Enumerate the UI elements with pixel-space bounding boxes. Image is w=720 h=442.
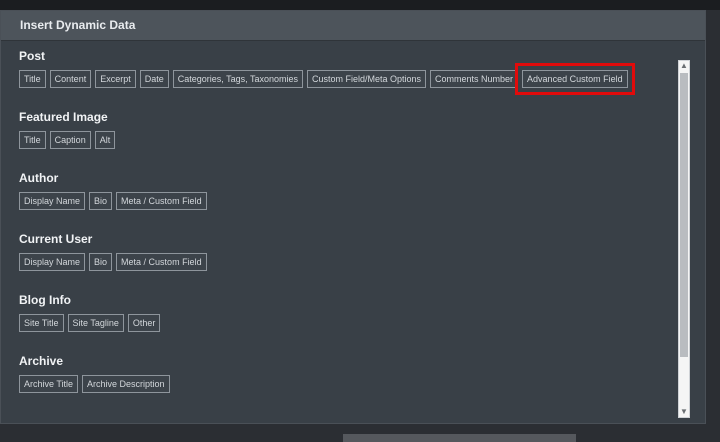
- post-content-tag[interactable]: Content: [49, 70, 92, 88]
- section-title-featured-image: Featured Image: [19, 110, 108, 124]
- section-blog-info: Blog Info Site Title Site Tagline Other: [19, 292, 669, 353]
- blog-info-site-tagline-tag[interactable]: Site Tagline: [67, 314, 124, 332]
- archive-title-tag[interactable]: Archive Title: [19, 375, 79, 393]
- current-user-display-name-tag[interactable]: Display Name: [19, 253, 86, 271]
- blog-info-site-title-tag[interactable]: Site Title: [19, 314, 64, 332]
- post-tags: Title Content Excerpt Date Categories, T…: [19, 63, 669, 95]
- archive-tags: Archive Title Archive Description: [19, 375, 669, 393]
- scroll-thumb[interactable]: [680, 73, 688, 357]
- post-excerpt-tag[interactable]: Excerpt: [95, 70, 136, 88]
- blog-info-tags: Site Title Site Tagline Other: [19, 314, 669, 332]
- section-current-user: Current User Display Name Bio Meta / Cus…: [19, 231, 669, 292]
- section-title-archive: Archive: [19, 354, 64, 368]
- post-title-tag[interactable]: Title: [19, 70, 46, 88]
- featured-image-caption-tag[interactable]: Caption: [49, 131, 91, 149]
- current-user-meta-tag[interactable]: Meta / Custom Field: [116, 253, 207, 271]
- post-taxonomies-tag[interactable]: Categories, Tags, Taxonomies: [172, 70, 303, 88]
- author-bio-tag[interactable]: Bio: [89, 192, 113, 210]
- blog-info-other-tag[interactable]: Other: [127, 314, 161, 332]
- dialog-scrollbar[interactable]: ▲ ▼: [678, 60, 690, 418]
- author-display-name-tag[interactable]: Display Name: [19, 192, 86, 210]
- featured-image-alt-tag[interactable]: Alt: [94, 131, 116, 149]
- archive-description-tag[interactable]: Archive Description: [82, 375, 170, 393]
- section-title-author: Author: [19, 171, 59, 185]
- scroll-up-icon[interactable]: ▲: [679, 61, 689, 71]
- dynamic-data-list: Post Title Content Excerpt Date Categori…: [19, 48, 669, 414]
- featured-image-title-tag[interactable]: Title: [19, 131, 46, 149]
- author-tags: Display Name Bio Meta / Custom Field: [19, 192, 669, 210]
- section-post: Post Title Content Excerpt Date Categori…: [19, 48, 669, 109]
- current-user-bio-tag[interactable]: Bio: [89, 253, 113, 271]
- dialog-title: Insert Dynamic Data: [1, 11, 705, 41]
- post-custom-field-tag[interactable]: Custom Field/Meta Options: [306, 70, 427, 88]
- post-comments-number-tag[interactable]: Comments Number: [430, 70, 519, 88]
- section-featured-image: Featured Image Title Caption Alt: [19, 109, 669, 170]
- featured-image-tags: Title Caption Alt: [19, 131, 669, 149]
- author-meta-tag[interactable]: Meta / Custom Field: [116, 192, 207, 210]
- post-advanced-custom-field-tag[interactable]: Advanced Custom Field: [515, 63, 635, 95]
- section-title-current-user: Current User: [19, 232, 93, 246]
- section-author: Author Display Name Bio Meta / Custom Fi…: [19, 170, 669, 231]
- current-user-tags: Display Name Bio Meta / Custom Field: [19, 253, 669, 271]
- bottom-resize-handle[interactable]: [343, 434, 576, 442]
- top-bar: [0, 0, 720, 10]
- section-title-blog-info: Blog Info: [19, 293, 71, 307]
- section-archive: Archive Archive Title Archive Descriptio…: [19, 353, 669, 414]
- section-title-post: Post: [19, 49, 46, 63]
- scroll-down-icon[interactable]: ▼: [679, 407, 689, 417]
- post-date-tag[interactable]: Date: [139, 70, 169, 88]
